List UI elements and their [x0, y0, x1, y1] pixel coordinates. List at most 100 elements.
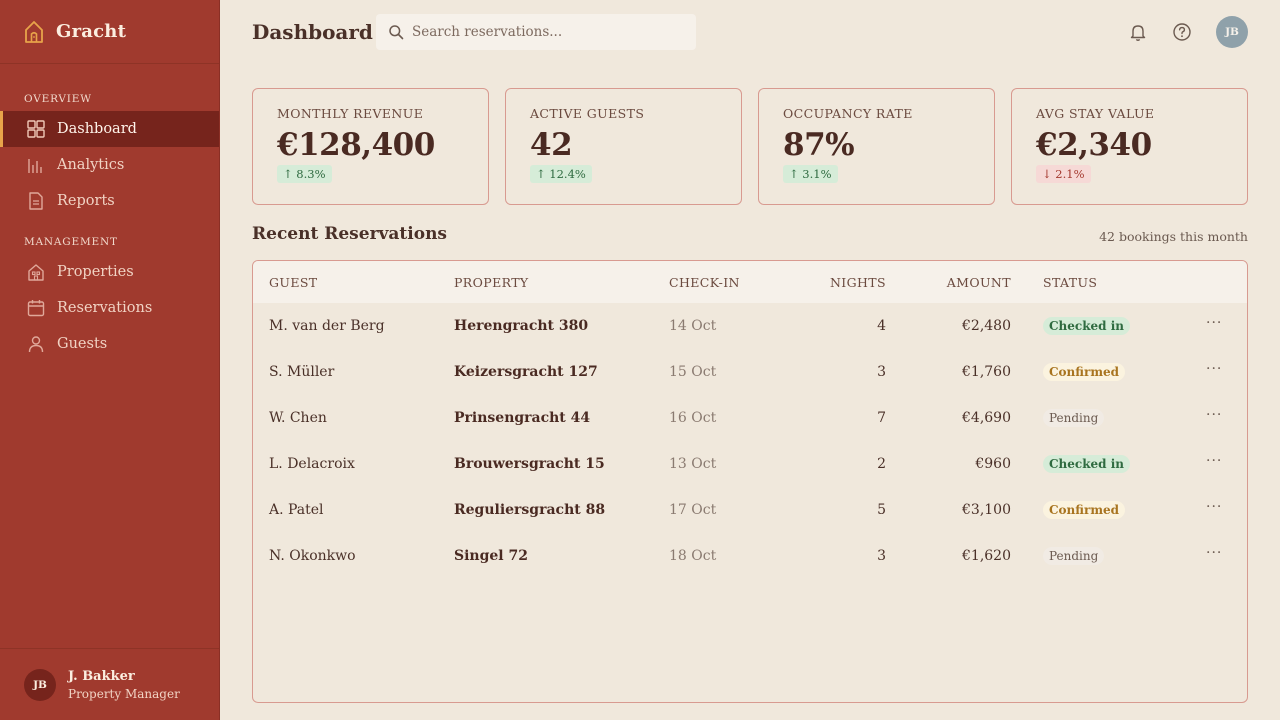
bookings-count: 42 bookings this month	[1099, 229, 1248, 244]
sidebar-item-label: Dashboard	[57, 121, 137, 137]
column-header-check-in[interactable]: CHECK-IN	[669, 275, 740, 290]
sidebar-item-reports[interactable]: Reports	[0, 183, 219, 219]
kpi-value: €2,340	[1036, 127, 1152, 163]
kpi-change-badge: ↑ 12.4%	[530, 165, 592, 183]
guest-name: L. Delacroix	[269, 456, 355, 472]
property-name: Singel 72	[454, 548, 528, 564]
user-icon	[28, 336, 44, 353]
table-row[interactable]: M. van der Berg Herengracht 380 14 Oct 4…	[253, 303, 1247, 349]
property-name: Brouwersgracht 15	[454, 456, 605, 472]
guest-name: N. Okonkwo	[269, 548, 356, 564]
column-header-amount[interactable]: AMOUNT	[947, 275, 1011, 290]
sidebar-item-label: Properties	[57, 264, 134, 280]
kpi-label: AVG STAY VALUE	[1036, 106, 1155, 121]
kpi-value: €128,400	[277, 127, 435, 163]
guest-name: M. van der Berg	[269, 318, 385, 334]
house-icon	[25, 20, 43, 43]
nights: 4	[877, 318, 886, 334]
sidebar-item-reservations[interactable]: Reservations	[0, 290, 219, 326]
search-bar[interactable]	[376, 14, 696, 50]
kpi-label: ACTIVE GUESTS	[530, 106, 645, 121]
column-header-status[interactable]: STATUS	[1043, 275, 1097, 290]
kpi-value: 87%	[783, 127, 855, 163]
amount: €1,760	[962, 364, 1011, 380]
reservations-table: GUEST PROPERTY CHECK-IN NIGHTS AMOUNT ST…	[252, 260, 1248, 703]
more-actions-icon[interactable]: ···	[1206, 361, 1222, 377]
property-name: Reguliersgracht 88	[454, 502, 606, 518]
amount: €1,620	[962, 548, 1011, 564]
guest-name: A. Patel	[269, 502, 324, 518]
user-info: J. Bakker Property Manager	[68, 669, 180, 701]
more-actions-icon[interactable]: ···	[1206, 499, 1222, 515]
check-in-date: 13 Oct	[669, 456, 717, 472]
status-badge: Checked in	[1043, 317, 1131, 335]
nights: 3	[877, 548, 886, 564]
brand-name: Gracht	[56, 21, 127, 42]
user-name: J. Bakker	[68, 668, 135, 684]
section-title: Recent Reservations	[252, 224, 448, 244]
avatar[interactable]: JB	[1216, 16, 1248, 48]
column-header-guest[interactable]: GUEST	[269, 275, 318, 290]
column-header-nights[interactable]: NIGHTS	[830, 275, 886, 290]
check-in-date: 14 Oct	[669, 318, 717, 334]
calendar-icon	[27, 300, 45, 317]
brand[interactable]: Gracht	[0, 0, 219, 64]
amount: €960	[975, 456, 1011, 472]
sidebar-item-guests[interactable]: Guests	[0, 326, 219, 362]
check-in-date: 16 Oct	[669, 410, 717, 426]
table-row[interactable]: A. Patel Reguliersgracht 88 17 Oct 5 €3,…	[253, 487, 1247, 533]
kpi-change-badge: ↑ 3.1%	[783, 165, 838, 183]
document-icon	[29, 192, 43, 210]
sidebar-item-analytics[interactable]: Analytics	[0, 147, 219, 183]
status-badge: Pending	[1043, 547, 1105, 565]
property-name: Keizersgracht 127	[454, 364, 598, 380]
more-actions-icon[interactable]: ···	[1206, 545, 1222, 561]
kpi-card-monthly-revenue: MONTHLY REVENUE €128,400 ↑ 8.3%	[252, 88, 489, 205]
check-in-date: 18 Oct	[669, 548, 717, 564]
search-input[interactable]	[412, 24, 692, 40]
property-name: Prinsengracht 44	[454, 410, 591, 426]
guest-name: S. Müller	[269, 364, 335, 380]
kpi-card-avg-stay-value: AVG STAY VALUE €2,340 ↓ 2.1%	[1011, 88, 1248, 205]
kpi-change-badge: ↑ 8.3%	[277, 165, 332, 183]
help-icon[interactable]	[1172, 22, 1192, 42]
user-role: Property Manager	[68, 686, 180, 701]
sidebar-item-label: Reports	[57, 193, 115, 209]
check-in-date: 15 Oct	[669, 364, 717, 380]
nav-overview: Dashboard Analytics Reports	[0, 111, 219, 219]
more-actions-icon[interactable]: ···	[1206, 407, 1222, 423]
property-name: Herengracht 380	[454, 318, 589, 334]
guest-name: W. Chen	[269, 410, 327, 426]
nights: 3	[877, 364, 886, 380]
sidebar-item-label: Reservations	[57, 300, 153, 316]
page-title: Dashboard	[252, 20, 373, 44]
section-label-overview: OVERVIEW	[24, 93, 92, 105]
table-header: GUEST PROPERTY CHECK-IN NIGHTS AMOUNT ST…	[253, 261, 1247, 303]
check-in-date: 17 Oct	[669, 502, 717, 518]
kpi-label: OCCUPANCY RATE	[783, 106, 913, 121]
sidebar-item-properties[interactable]: Properties	[0, 254, 219, 290]
grid-icon	[27, 120, 45, 138]
building-icon	[28, 264, 44, 281]
more-actions-icon[interactable]: ···	[1206, 315, 1222, 331]
column-header-property[interactable]: PROPERTY	[454, 275, 529, 290]
user-profile[interactable]: JB J. Bakker Property Manager	[0, 648, 219, 720]
amount: €3,100	[962, 502, 1011, 518]
table-row[interactable]: S. Müller Keizersgracht 127 15 Oct 3 €1,…	[253, 349, 1247, 395]
status-badge: Confirmed	[1043, 501, 1126, 519]
avatar: JB	[24, 668, 56, 701]
status-badge: Checked in	[1043, 455, 1131, 473]
table-row[interactable]: W. Chen Prinsengracht 44 16 Oct 7 €4,690…	[253, 395, 1247, 441]
kpi-card-active-guests: ACTIVE GUESTS 42 ↑ 12.4%	[505, 88, 742, 205]
sidebar-item-dashboard[interactable]: Dashboard	[0, 111, 219, 147]
kpi-value: 42	[530, 127, 573, 163]
nights: 2	[877, 456, 886, 472]
bar-chart-icon	[28, 159, 42, 173]
status-badge: Confirmed	[1043, 363, 1126, 381]
bell-icon[interactable]	[1128, 22, 1148, 42]
table-row[interactable]: L. Delacroix Brouwersgracht 15 13 Oct 2 …	[253, 441, 1247, 487]
more-actions-icon[interactable]: ···	[1206, 453, 1222, 469]
table-row[interactable]: N. Okonkwo Singel 72 18 Oct 3 €1,620 Pen…	[253, 533, 1247, 579]
nights: 7	[877, 410, 886, 426]
search-icon	[389, 25, 404, 40]
